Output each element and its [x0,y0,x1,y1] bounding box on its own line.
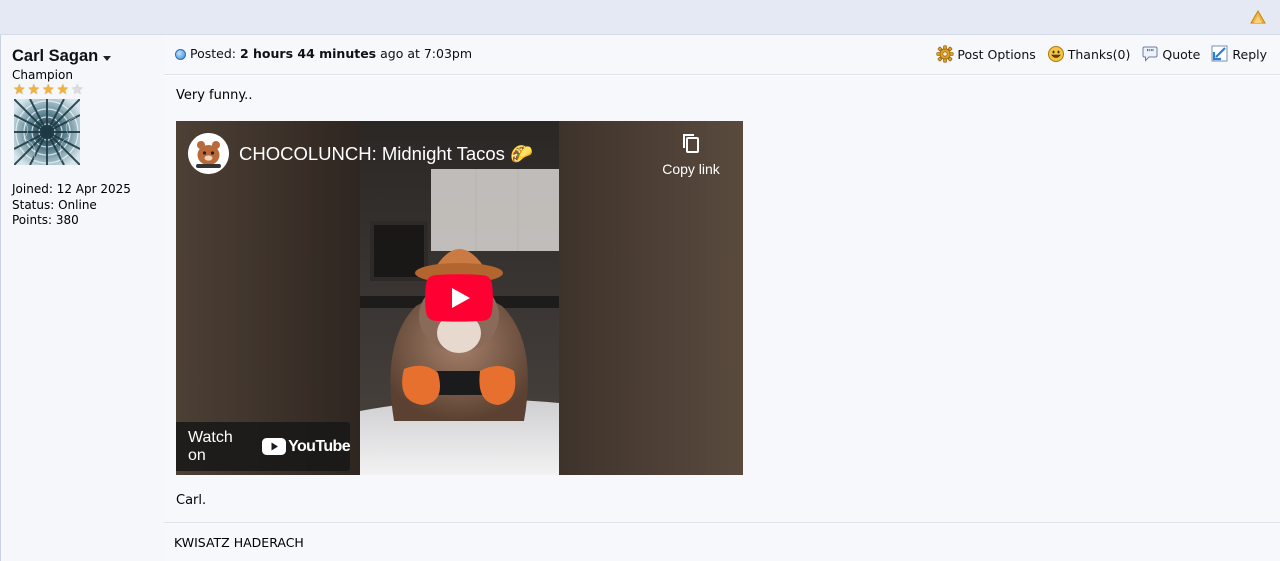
channel-avatar[interactable] [188,133,229,174]
user-points: Points: 380 [12,213,79,228]
youtube-embed[interactable]: CHOCOLUNCH: Midnight Tacos 🌮 Copy link W… [176,121,743,475]
smiley-icon [1047,46,1064,62]
chevron-down-icon[interactable] [103,55,112,61]
star-empty-icon: ★ [70,82,84,98]
posted-time: 2 hours 44 minutes [239,46,377,61]
user-stats: Joined: 12 Apr 2025 Status: Online Point… [12,182,131,229]
quote-bubble-icon: " " [1142,46,1158,62]
forum-top-bar [0,0,1280,35]
thanks-button[interactable]: Thanks(0) [1047,45,1131,63]
youtube-play-logo-icon [262,438,287,455]
reply-label: Reply [1232,46,1267,62]
star-filled-icon: ★ [41,82,55,98]
copy-link-button[interactable]: Copy link [661,133,721,181]
video-title[interactable]: CHOCOLUNCH: Midnight Tacos 🌮 [239,143,533,165]
post-options-button[interactable]: Post Options [936,45,1036,63]
post-message: Very funny.. [176,88,253,103]
star-filled-icon: ★ [12,82,26,98]
star-filled-icon: ★ [56,82,70,98]
user-joined-date: Joined: 12 Apr 2025 [12,182,131,196]
gear-icon [936,45,954,63]
post-body: Very funny.. CHOCOLUNCH: Midnight Tacos … [164,76,1280,522]
user-rank: Champion [12,68,73,82]
username[interactable]: Carl Sagan [12,47,98,66]
post-options-label: Post Options [957,46,1036,62]
user-signature: KWISATZ HADERACH [174,535,304,550]
user-profile-sidebar: Carl Sagan Champion ★ ★ ★ ★ ★ Joined: 12… [0,35,164,561]
reply-button[interactable]: Reply [1211,45,1267,63]
avatar[interactable] [14,99,80,165]
post-header: Posted: 2 hours 44 minutes ago at 7:03pm [164,35,1280,75]
youtube-wordmark: YouTube [288,437,350,455]
post-timestamp: Posted: 2 hours 44 minutes ago at 7:03pm [190,46,472,61]
star-filled-icon: ★ [27,82,41,98]
svg-text:": " [1150,48,1154,57]
posted-label: Posted: [190,46,236,61]
copy-link-label: Copy link [662,161,720,177]
quote-button[interactable]: " " Quote [1141,45,1200,63]
post-signature-area: KWISATZ HADERACH [164,522,1280,561]
username-dropdown[interactable]: Carl Sagan [12,47,112,66]
reply-arrow-icon [1211,45,1228,62]
post-status-icon [175,49,186,60]
rank-stars: ★ ★ ★ ★ ★ [12,83,85,97]
watch-on-label: Watch on [188,428,233,464]
youtube-logo: YouTube [262,437,351,456]
quote-label: Quote [1162,46,1201,62]
watch-on-youtube-button[interactable]: Watch on YouTube [176,422,351,471]
play-button-icon[interactable] [425,274,493,322]
copy-icon [683,134,699,153]
post-actions: Post Options Thanks(0) " " Quote Reply [925,45,1267,63]
post-signoff: Carl. [176,493,207,508]
thanks-label: Thanks(0) [1067,46,1131,62]
scroll-to-top-icon[interactable] [1250,10,1266,24]
posted-suffix: ago at 7:03pm [380,46,473,61]
user-status: Status: Online [12,197,97,212]
